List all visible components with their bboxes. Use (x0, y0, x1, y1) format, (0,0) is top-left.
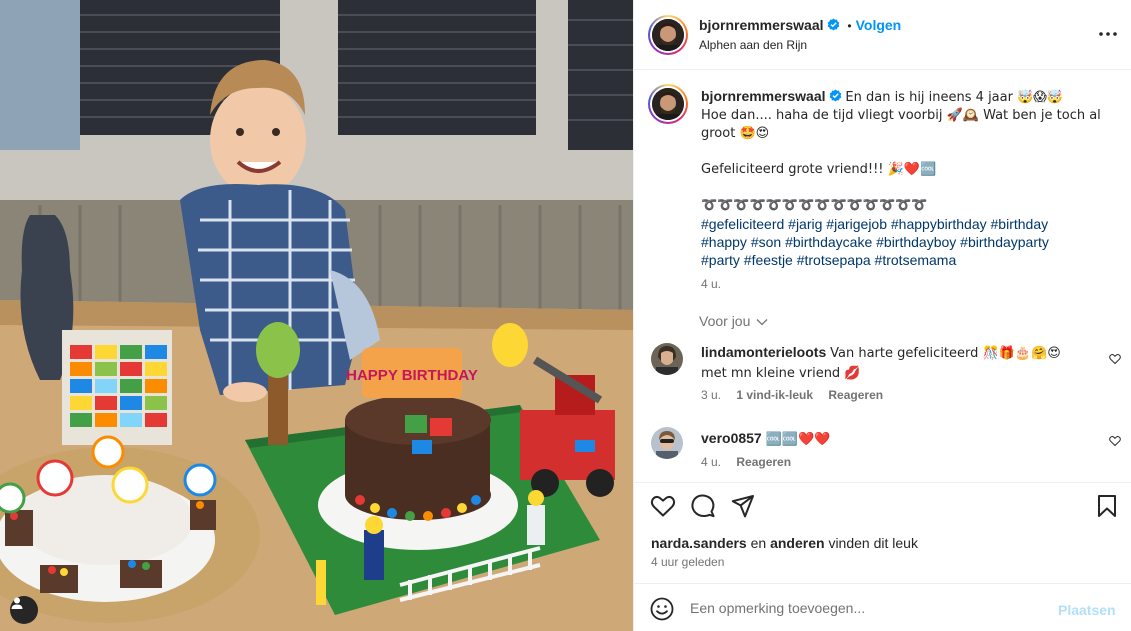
cake-topper-text: HAPPY BIRTHDAY (346, 367, 478, 384)
more-options-icon[interactable] (1096, 24, 1120, 44)
chevron-down-icon (756, 319, 768, 326)
post-action-bar (634, 482, 1131, 528)
header-username[interactable]: bjornremmerswaal (699, 17, 824, 33)
commenter-avatar-photo (651, 427, 683, 459)
verified-badge-icon (827, 18, 839, 31)
comments-scroll-area[interactable]: bjornremmerswaal En dan is hij ineens 4 … (634, 71, 1131, 481)
comment-body-line-1: 🆒🆒❤️❤️ (765, 432, 831, 447)
header-author-row: bjornremmerswaal • Volgen (699, 17, 901, 33)
likes-summary: narda.sanders en anderen vinden dit leuk (651, 535, 918, 551)
for-you-toggle[interactable]: Voor jou (699, 313, 768, 329)
post-caption: bjornremmerswaal En dan is hij ineens 4 … (701, 87, 1111, 293)
comment-item: lindamonterieloots Van harte gefelicitee… (651, 343, 1121, 405)
hashtag-line-1[interactable]: #gefeliciteerd #jarig #jarigejob #happyb… (701, 216, 1048, 232)
comment-time[interactable]: 3 u. (701, 388, 721, 402)
post-photo[interactable]: HAPPY BIRTHDAY (0, 0, 633, 631)
comment-time[interactable]: 4 u. (701, 455, 721, 469)
comment-body-line-1: Van harte gefeliciteerd 🎊🎁🎂🤗😍 (830, 346, 1061, 361)
comment-meta: 4 u. Reageren (701, 455, 791, 469)
comment-avatar[interactable] (651, 343, 683, 375)
post-header: bjornremmerswaal • Volgen Alphen aan den … (634, 0, 1131, 70)
hashtag-line-3[interactable]: #party #feestje #trotsepapa #trotsemama (701, 252, 956, 268)
for-you-label: Voor jou (699, 313, 751, 329)
user-icon (11, 597, 23, 609)
comment-reply-button[interactable]: Reageren (736, 455, 791, 469)
author-avatar-photo (652, 19, 684, 51)
birthday-photo-illustration: HAPPY BIRTHDAY (0, 0, 633, 631)
comment-like-heart-icon[interactable] (1109, 435, 1121, 447)
caption-username[interactable]: bjornremmerswaal (701, 88, 826, 104)
likes-connector: en (750, 535, 767, 551)
comment-avatar[interactable] (651, 427, 683, 459)
post-location[interactable]: Alphen aan den Rijn (699, 38, 807, 52)
likes-suffix: vinden dit leuk (828, 535, 918, 551)
comment-item: vero0857 🆒🆒❤️❤️ 4 u. Reageren (651, 427, 1121, 473)
comment-username[interactable]: vero0857 (701, 430, 762, 446)
caption-timestamp[interactable]: 4 u. (701, 275, 1111, 293)
comment-text: vero0857 🆒🆒❤️❤️ (701, 429, 1096, 449)
comment-input[interactable] (690, 596, 1020, 620)
caption-avatar-photo (652, 88, 684, 120)
post-side-panel: bjornremmerswaal • Volgen Alphen aan den … (633, 0, 1131, 631)
comment-composer: Plaatsen (634, 583, 1131, 631)
caption-line-3: groot 🤩😍 (701, 126, 770, 141)
comment-username[interactable]: lindamonterieloots (701, 344, 826, 360)
comment-text: lindamonterieloots Van harte gefelicitee… (701, 343, 1096, 383)
post-comment-button[interactable]: Plaatsen (1058, 602, 1116, 618)
comment-body-line-2: met mn kleine vriend 💋 (701, 366, 861, 381)
comment-likes[interactable]: 1 vind-ik-leuk (736, 388, 813, 402)
comment-meta: 3 u. 1 vind-ik-leuk Reageren (701, 388, 883, 402)
author-avatar[interactable] (648, 15, 688, 55)
likes-others-link[interactable]: anderen (770, 535, 824, 551)
comment-reply-button[interactable]: Reageren (828, 388, 883, 402)
save-bookmark-icon[interactable] (1094, 493, 1120, 519)
likes-username[interactable]: narda.sanders (651, 535, 747, 551)
post-timestamp[interactable]: 4 uur geleden (651, 555, 724, 569)
comment-bubble-icon[interactable] (690, 493, 716, 519)
comment-like-heart-icon[interactable] (1109, 353, 1121, 365)
emoji-picker-icon[interactable] (650, 597, 674, 621)
caption-line-4: Gefeliciteerd grote vriend!!! 🎉❤️🆒 (701, 162, 937, 177)
caption-author-avatar[interactable] (648, 84, 688, 124)
caption-verified-badge-icon (829, 89, 841, 102)
header-separator: • (847, 19, 852, 33)
tagged-users-button[interactable] (10, 596, 38, 624)
follow-button[interactable]: Volgen (856, 17, 902, 33)
caption-line-5: ➰➰➰➰➰➰➰➰➰➰➰➰➰➰ (701, 198, 928, 213)
commenter-avatar-photo (651, 343, 683, 375)
hashtag-line-2[interactable]: #happy #son #birthdaycake #birthdayboy #… (701, 234, 1049, 250)
caption-hashtags: #gefeliciteerd #jarig #jarigejob #happyb… (701, 215, 1111, 269)
caption-line-1: En dan is hij ineens 4 jaar 🤯😱🤯 (845, 90, 1064, 105)
caption-line-2: Hoe dan.... haha de tijd vliegt voorbij … (701, 108, 1101, 123)
like-heart-icon[interactable] (650, 493, 676, 519)
share-send-icon[interactable] (730, 493, 756, 519)
